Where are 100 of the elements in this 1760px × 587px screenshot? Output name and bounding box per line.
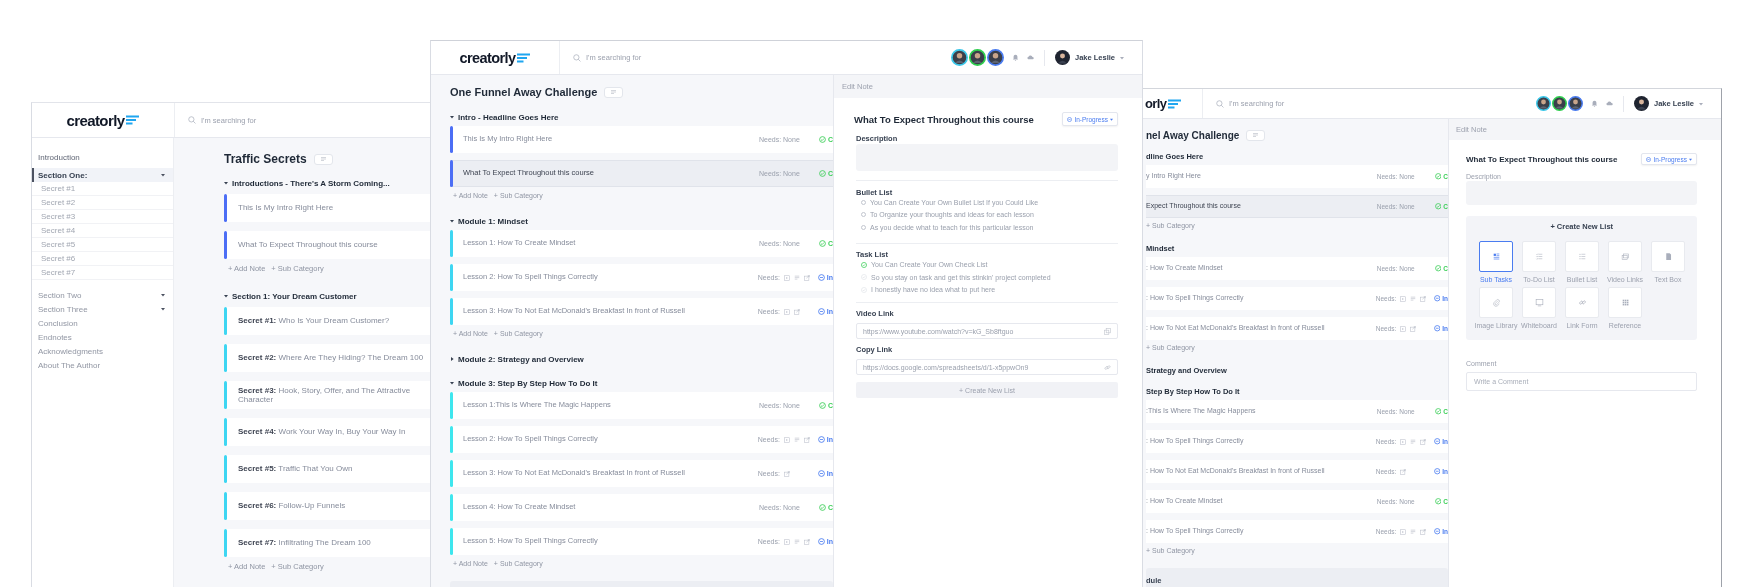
list-icon bbox=[793, 274, 800, 281]
list-icon bbox=[793, 538, 800, 545]
video-icon bbox=[783, 538, 790, 545]
video-icon bbox=[1400, 325, 1407, 332]
lines-icon bbox=[320, 157, 326, 161]
list-icon bbox=[1410, 438, 1417, 445]
share-icon bbox=[1410, 325, 1417, 332]
bell-icon[interactable] bbox=[1590, 100, 1598, 107]
grid-icon bbox=[1620, 298, 1630, 307]
cloud-icon[interactable] bbox=[1605, 100, 1613, 107]
share-icon bbox=[803, 274, 810, 281]
link-icon[interactable] bbox=[1104, 363, 1111, 371]
sidebar-item[interactable]: Endnotes bbox=[32, 330, 173, 344]
share-icon bbox=[783, 470, 790, 477]
avatar[interactable] bbox=[968, 49, 986, 66]
caret-icon[interactable] bbox=[450, 115, 454, 119]
note-title: Secret #3: Hook, Story, Offer, and The Attractive Character bbox=[238, 385, 411, 404]
avatar[interactable] bbox=[950, 49, 968, 66]
section-heading: Section 1: Your Dream Customer bbox=[232, 291, 357, 301]
sidebar-item[interactable]: Conclusion bbox=[32, 316, 173, 330]
bell-icon[interactable] bbox=[1011, 54, 1019, 61]
avatar[interactable] bbox=[986, 49, 1004, 66]
avatar[interactable] bbox=[1551, 96, 1567, 111]
note-title: Secret #1: Who Is Your Dream Customer? bbox=[238, 316, 390, 326]
video-icon bbox=[1400, 528, 1407, 535]
sidebar-subitem[interactable]: Secret #6 bbox=[32, 252, 173, 266]
section-heading: Module 2: Strategy and Overview bbox=[458, 354, 584, 364]
note-title: Secret #5: Traffic That You Own bbox=[238, 464, 353, 474]
note-card[interactable]: Secret #4: Work Your Way In, Buy Your Way In bbox=[224, 418, 430, 446]
section-heading: Module 3: Step By Step How To Do It bbox=[458, 378, 598, 388]
logo-mark-icon bbox=[126, 115, 140, 125]
caret-icon[interactable] bbox=[450, 381, 454, 385]
list-icon bbox=[1410, 295, 1417, 302]
caret-icon[interactable] bbox=[161, 293, 165, 297]
view-button[interactable] bbox=[1246, 129, 1266, 141]
note-card[interactable]: Secret #5: Traffic That You Own bbox=[224, 455, 430, 483]
share-icon bbox=[803, 436, 810, 443]
note-title: Secret #2: Where Are They Hiding? The Dream 100 bbox=[238, 353, 424, 363]
sidebar-subitem[interactable]: Secret #3 bbox=[32, 210, 173, 224]
share-icon bbox=[803, 538, 810, 545]
sidebar-subitem[interactable]: Secret #1 bbox=[32, 182, 173, 196]
note-card[interactable]: Secret #1: Who Is Your Dream Customer? bbox=[224, 307, 430, 335]
sidebar-item[interactable]: Acknowledgments bbox=[32, 344, 173, 358]
cloud-icon[interactable] bbox=[1026, 54, 1034, 61]
caret-icon[interactable] bbox=[450, 219, 454, 223]
note-card[interactable]: Secret #2: Where Are They Hiding? The Dream 100 bbox=[224, 344, 430, 372]
note-card[interactable]: Secret #6: Follow-Up Funnels bbox=[224, 492, 430, 520]
sidebar-item[interactable]: Section Three bbox=[32, 302, 173, 316]
caret-icon[interactable] bbox=[161, 307, 165, 311]
sidebar-subitem[interactable]: Secret #2 bbox=[32, 196, 173, 210]
list-type-tile[interactable] bbox=[1479, 241, 1513, 272]
caret-icon[interactable] bbox=[161, 173, 165, 177]
list-icon bbox=[1410, 528, 1417, 535]
lines-icon bbox=[1253, 133, 1259, 137]
sidebar-subitem[interactable]: Secret #7 bbox=[32, 266, 173, 280]
sidebar-subitem[interactable]: Secret #5 bbox=[32, 238, 173, 252]
view-button[interactable] bbox=[313, 153, 333, 165]
list-icon bbox=[793, 436, 800, 443]
share-icon bbox=[793, 308, 800, 315]
sidebar-item[interactable]: Section One: bbox=[32, 168, 173, 182]
caret-icon[interactable] bbox=[450, 357, 454, 361]
caret-icon[interactable] bbox=[224, 294, 228, 298]
copy-icon[interactable] bbox=[1104, 327, 1111, 335]
sidebar-subitem[interactable]: Secret #4 bbox=[32, 224, 173, 238]
note-title: What To Expect Throughout this course bbox=[238, 240, 378, 250]
note-title: Secret #4: Work Your Way In, Buy Your Way In bbox=[238, 427, 406, 437]
note-card[interactable]: What To Expect Throughout this course bbox=[224, 231, 430, 259]
link-icon bbox=[1577, 298, 1587, 307]
page-title: One Funnel Away Challenge bbox=[450, 86, 598, 98]
subtasks-icon bbox=[1491, 252, 1501, 261]
video-icon bbox=[783, 436, 790, 443]
user-avatar[interactable] bbox=[1054, 50, 1070, 65]
checkbox[interactable] bbox=[861, 261, 867, 268]
avatar[interactable] bbox=[1535, 96, 1551, 111]
monitor-icon bbox=[1534, 298, 1544, 307]
note-card[interactable]: Secret #7: Infiltrating The Dream 100 bbox=[224, 529, 430, 557]
video-icon bbox=[1400, 295, 1407, 302]
note-card[interactable]: Secret #3: Hook, Story, Offer, and The Attractive Character bbox=[224, 381, 430, 409]
view-button[interactable] bbox=[604, 86, 624, 98]
logo-text: creatorly bbox=[66, 111, 125, 129]
images-icon bbox=[1620, 252, 1630, 261]
note-title: This Is My Intro Right Here bbox=[238, 203, 334, 213]
video-icon bbox=[783, 274, 790, 281]
sidebar-item[interactable]: Introduction bbox=[32, 150, 173, 164]
search-icon bbox=[188, 116, 196, 124]
caret-icon[interactable] bbox=[224, 181, 228, 185]
minus-circle-icon bbox=[1067, 116, 1073, 122]
note-title: Secret #7: Infiltrating The Dream 100 bbox=[238, 538, 371, 548]
user-avatar[interactable] bbox=[1633, 96, 1649, 111]
logo-text: orly bbox=[1145, 96, 1167, 111]
sidebar-item[interactable]: Section Two bbox=[32, 288, 173, 302]
checklist-icon bbox=[1534, 252, 1544, 261]
logo-mark-icon bbox=[1168, 98, 1182, 109]
share-icon bbox=[1420, 438, 1427, 445]
note-card[interactable]: This Is My Intro Right Here bbox=[224, 194, 430, 222]
search-icon bbox=[573, 53, 581, 62]
sidebar-item[interactable]: About The Author bbox=[32, 358, 173, 372]
avatar[interactable] bbox=[1567, 96, 1583, 111]
logo-mark-icon bbox=[517, 52, 531, 63]
minus-circle-icon bbox=[1646, 156, 1652, 162]
